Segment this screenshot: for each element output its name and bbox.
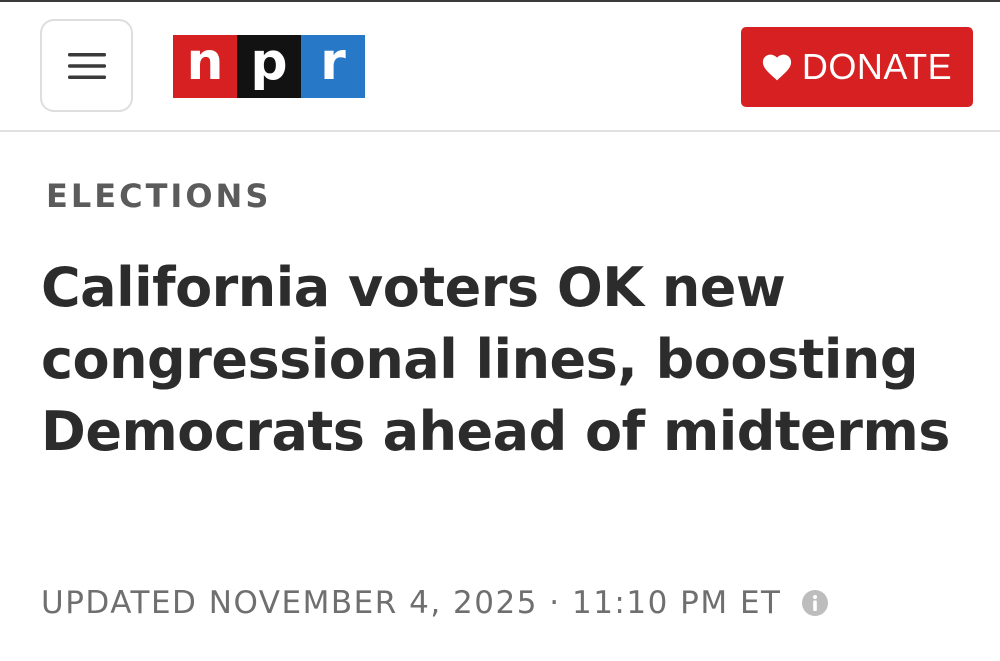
logo-letter-r: r: [301, 35, 365, 98]
donate-label: DONATE: [801, 46, 953, 87]
logo-letter-n: n: [173, 35, 237, 98]
updated-timestamp: UPDATED NOVEMBER 4, 2025 · 11:10 PM ET: [41, 585, 782, 621]
site-header: n p r DONATE: [0, 2, 1000, 132]
logo-letter-p: p: [237, 35, 301, 98]
donate-button[interactable]: DONATE: [741, 27, 973, 107]
hamburger-menu-icon: [67, 52, 106, 79]
section-label[interactable]: ELECTIONS: [46, 177, 271, 215]
info-icon[interactable]: [801, 589, 829, 617]
article-dateline: UPDATED NOVEMBER 4, 2025 · 11:10 PM ET: [41, 585, 829, 621]
menu-button[interactable]: [40, 19, 133, 112]
npr-logo[interactable]: n p r: [173, 35, 365, 98]
page: n p r DONATE ELECTIONS California voters…: [0, 0, 1000, 661]
heart-icon: [762, 54, 791, 80]
article-headline: California voters OK new congressional l…: [41, 256, 950, 463]
